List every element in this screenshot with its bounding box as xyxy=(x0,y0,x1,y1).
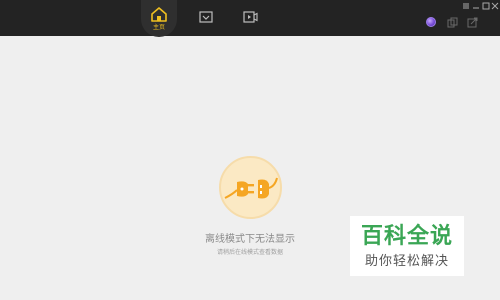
top-bar: 主页 xyxy=(0,0,500,37)
offline-hint: 请稍后在线模式查看数据 xyxy=(216,249,283,256)
close-icon[interactable] xyxy=(491,2,499,10)
avatar-icon[interactable] xyxy=(426,17,436,27)
maximize-icon[interactable] xyxy=(482,2,490,10)
nav-home-label: 主页 xyxy=(152,24,165,31)
menu-icon[interactable] xyxy=(462,2,470,10)
plug-icon xyxy=(224,177,278,199)
export-icon[interactable] xyxy=(467,17,478,28)
offline-plug-illustration xyxy=(219,156,282,219)
offline-message: 离线模式下无法显示 xyxy=(205,234,295,245)
minimize-icon[interactable] xyxy=(472,2,480,10)
watermark-title: 百科全说 xyxy=(360,224,453,249)
inbox-icon[interactable] xyxy=(199,11,213,23)
watermark-subtitle: 助你轻松解决 xyxy=(364,254,449,269)
home-icon[interactable] xyxy=(150,6,168,22)
watermark: 百科全说 助你轻松解决 xyxy=(350,216,464,276)
video-icon[interactable] xyxy=(243,11,258,23)
window-controls xyxy=(460,0,500,12)
copy-icon[interactable] xyxy=(447,17,458,28)
